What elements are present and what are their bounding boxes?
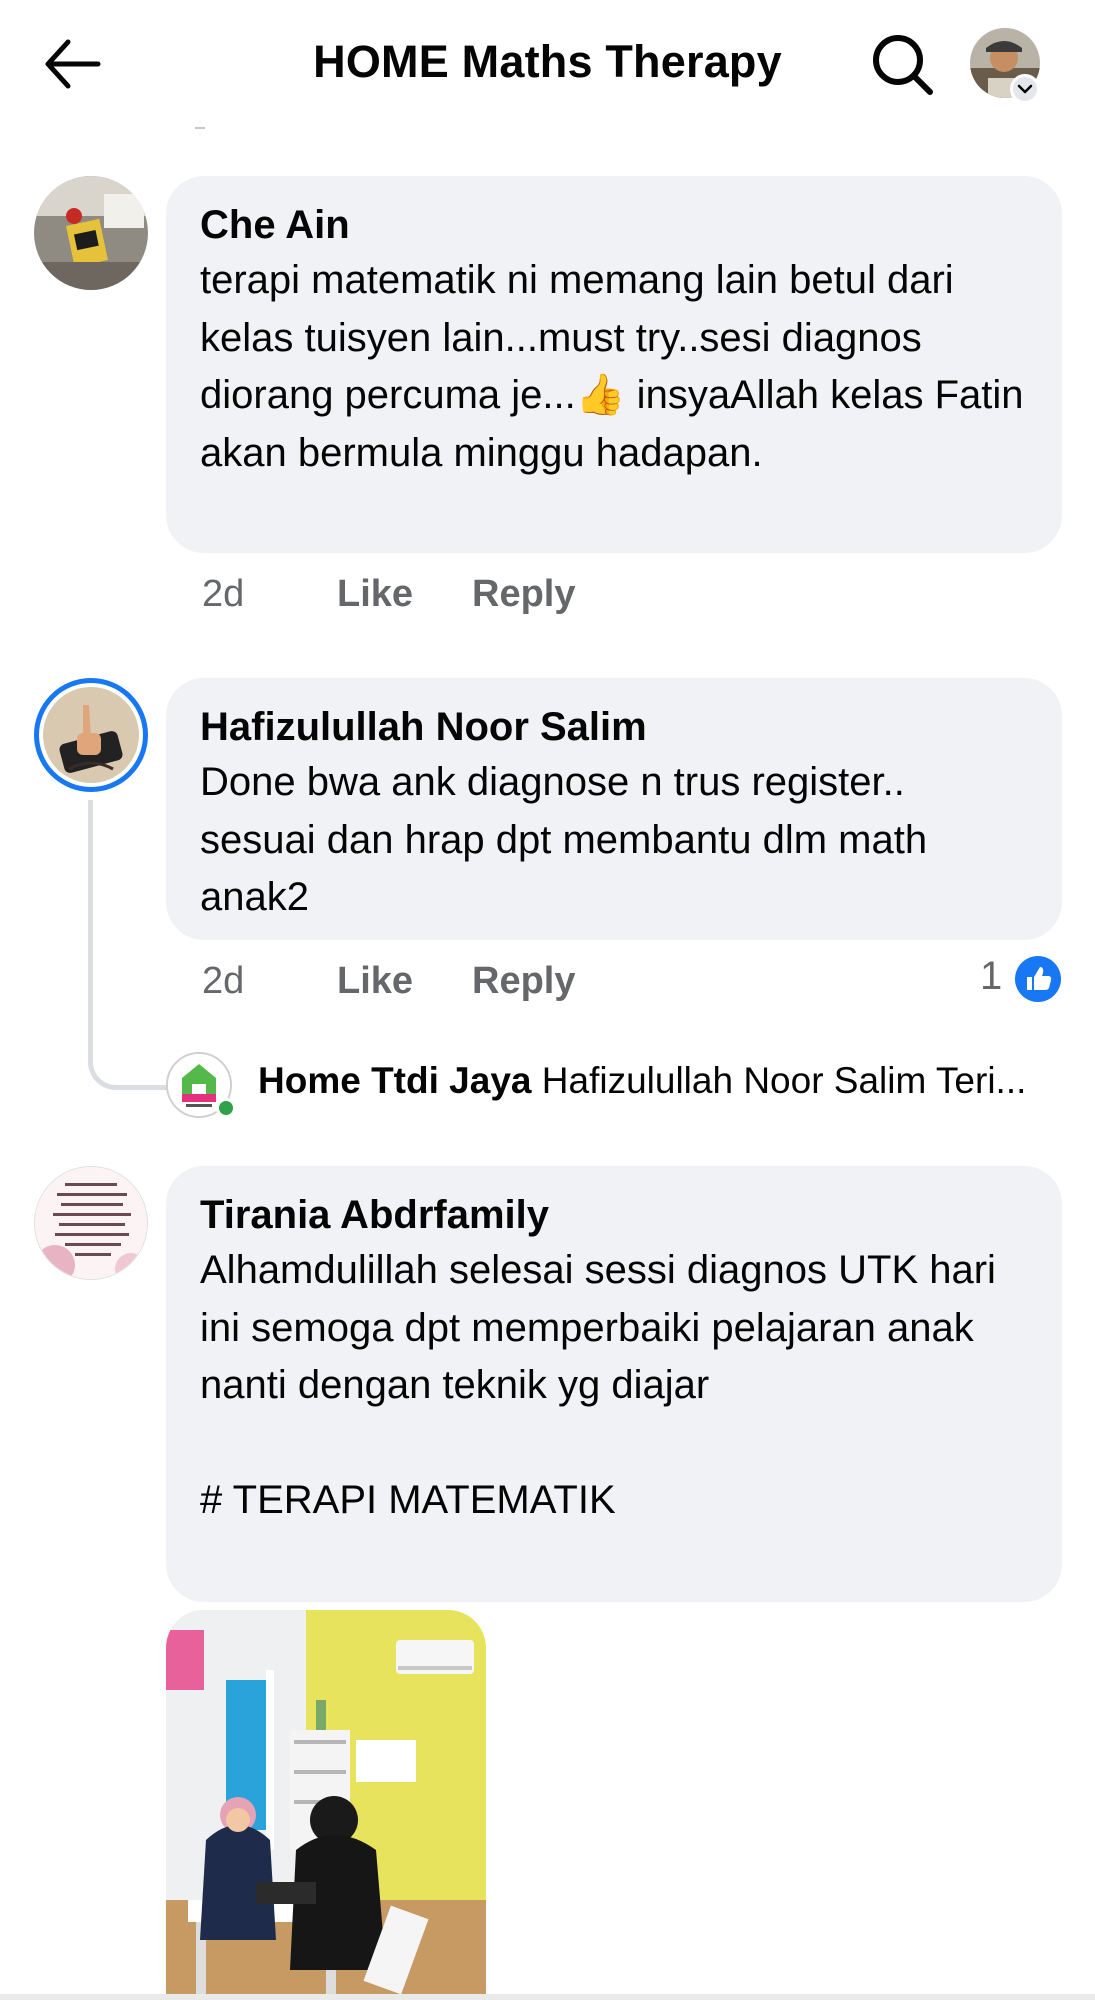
like-reaction-icon[interactable]	[1014, 955, 1062, 1003]
online-status-dot	[216, 1098, 236, 1118]
avatar[interactable]	[34, 678, 148, 792]
comment-bubble[interactable]: Hafizulullah Noor Salim Done bwa ank dia…	[166, 678, 1062, 940]
reply-preview[interactable]: Home Ttdi Jaya Hafizulullah Noor Salim T…	[258, 1060, 1026, 1102]
comment-author[interactable]: Hafizulullah Noor Salim	[200, 700, 1026, 754]
thread-connector	[88, 800, 168, 1090]
search-button[interactable]	[866, 28, 938, 100]
comment-bubble[interactable]: Che Ain terapi matematik ni memang lain …	[166, 176, 1062, 553]
divider	[195, 127, 205, 129]
divider	[0, 1994, 1095, 2000]
top-bar: HOME Maths Therapy	[0, 0, 1095, 125]
comment-bubble[interactable]: Tirania Abdrfamily Alhamdulillah selesai…	[166, 1166, 1062, 1602]
avatar[interactable]	[34, 176, 148, 290]
comment-author[interactable]: Tirania Abdrfamily	[200, 1188, 1026, 1242]
reply-author[interactable]: Home Ttdi Jaya	[258, 1060, 531, 1101]
comment-author[interactable]: Che Ain	[200, 198, 1026, 252]
comment-photo[interactable]	[166, 1610, 486, 2000]
avatar[interactable]	[34, 1166, 148, 1280]
comment-timestamp[interactable]: 2d	[202, 573, 244, 616]
comment-text: Alhamdulillah selesai sessi diagnos UTK …	[200, 1248, 996, 1522]
reply-button[interactable]: Reply	[472, 960, 575, 1003]
like-button[interactable]: Like	[337, 960, 413, 1003]
reply-button[interactable]: Reply	[472, 573, 575, 616]
reaction-count[interactable]: 1	[980, 954, 1002, 999]
comment-timestamp[interactable]: 2d	[202, 960, 244, 1003]
search-icon	[873, 35, 933, 95]
reply-text: Hafizulullah Noor Salim Teri...	[541, 1060, 1027, 1101]
like-button[interactable]: Like	[337, 573, 413, 616]
account-menu-button[interactable]	[1010, 74, 1040, 104]
comment-text: Done bwa ank diagnose n trus register.. …	[200, 760, 939, 919]
comment-text: terapi matematik ni memang lain betul da…	[200, 258, 1035, 475]
chevron-down-icon	[1013, 77, 1037, 101]
